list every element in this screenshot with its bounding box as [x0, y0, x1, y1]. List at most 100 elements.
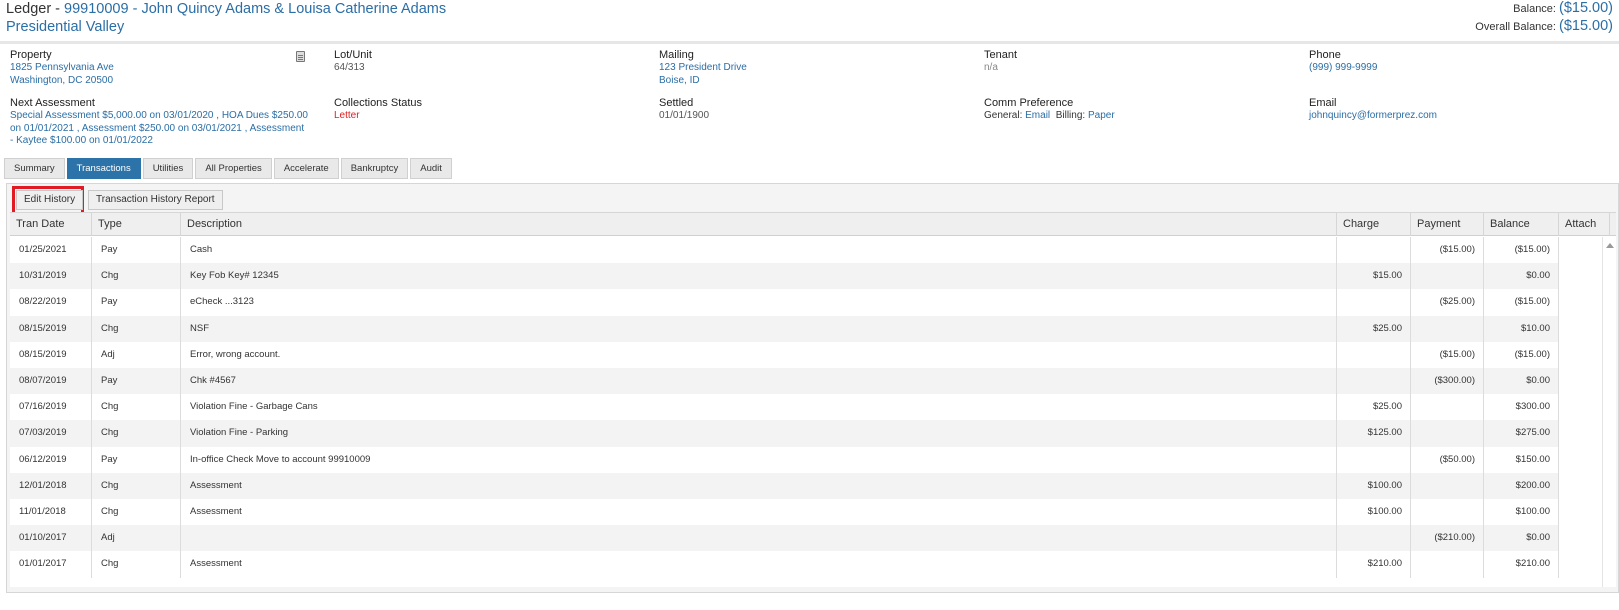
tab-accelerate[interactable]: Accelerate — [273, 158, 339, 179]
table-row[interactable]: 12/01/2018 Chg Assessment $100.00 $200.00 — [10, 472, 1610, 499]
table-row[interactable]: 11/01/2018 Chg Assessment $100.00 $100.00 — [10, 499, 1610, 526]
collections-label: Collections Status — [334, 97, 423, 109]
table-row[interactable]: 07/16/2019 Chg Violation Fine - Garbage Ca… — [10, 394, 1610, 421]
cell-charge: $100.00 — [1337, 472, 1411, 499]
cell-payment: ($25.00) — [1411, 289, 1484, 316]
property-label: Property — [10, 49, 52, 61]
email-label: Email — [1309, 97, 1337, 109]
cell-balance: ($15.00) — [1484, 341, 1559, 368]
account-link[interactable]: 99910009 - John Quincy Adams & Louisa Ca… — [64, 1, 446, 17]
col-attach[interactable]: Attach — [1559, 213, 1610, 236]
mailing-line2[interactable]: Boise, ID — [659, 75, 747, 88]
comm-preference-block: Comm Preference General: Email Billing: … — [984, 96, 1115, 123]
cell-payment — [1411, 394, 1484, 421]
tab-summary[interactable]: Summary — [4, 158, 65, 179]
overall-balance-value: ($15.00) — [1558, 18, 1613, 34]
table-row[interactable]: 06/12/2019 Pay In-office Check Move to acc… — [10, 446, 1610, 473]
table-row[interactable]: 01/10/2017 Adj ($210.00) $0.00 — [10, 525, 1610, 552]
mailing-line1[interactable]: 123 President Drive — [659, 62, 747, 75]
tab-bankruptcy[interactable]: Bankruptcy — [340, 158, 409, 179]
cell-description: Violation Fine - Garbage Cans — [181, 394, 1337, 421]
cell-balance: $300.00 — [1484, 394, 1559, 421]
tab-all-properties[interactable]: All Properties — [195, 158, 272, 179]
next-assessment-line2: on 01/01/2021 , Assessment $250.00 on 03… — [10, 122, 305, 134]
property-line2[interactable]: Washington, DC 20500 — [10, 75, 300, 88]
table-row[interactable]: 07/03/2019 Chg Violation Fine - Parking $12… — [10, 420, 1610, 447]
ledger-tabs: Summary Transactions Utilities All Properti… — [4, 158, 454, 179]
table-row[interactable]: 01/01/2017 Chg Assessment $210.00 $210.00 — [10, 551, 1610, 578]
col-balance[interactable]: Balance — [1484, 213, 1559, 236]
transactions-panel: Edit History Transaction History Report … — [6, 183, 1619, 593]
cell-description: Chk #4567 — [181, 368, 1337, 395]
cell-charge: $210.00 — [1337, 551, 1411, 578]
property-block: Property 1825 Pennsylvania Ave Washingto… — [10, 48, 300, 87]
table-row[interactable]: 01/25/2021 Pay Cash ($15.00) ($15.00) — [10, 237, 1610, 264]
email-value[interactable]: johnquincy@formerprez.com — [1309, 110, 1437, 123]
property-line1[interactable]: 1825 Pennsylvania Ave — [10, 62, 300, 75]
comm-billing-label: Billing: — [1055, 110, 1086, 121]
document-icon[interactable] — [296, 51, 305, 62]
cell-type: Chg — [92, 472, 181, 499]
col-payment[interactable]: Payment — [1411, 213, 1484, 236]
community-link[interactable]: Presidential Valley — [6, 18, 124, 36]
collections-value[interactable]: Letter — [334, 110, 422, 123]
cell-payment — [1411, 551, 1484, 578]
tab-transactions[interactable]: Transactions — [66, 158, 141, 179]
scroll-up-icon[interactable] — [1606, 243, 1614, 248]
cell-charge: $15.00 — [1337, 263, 1411, 290]
next-assessment-label: Next Assessment — [10, 97, 95, 109]
next-assessment-line3: - Kaytee $100.00 on 01/01/2022 — [10, 135, 153, 146]
cell-type: Adj — [92, 525, 181, 552]
email-block: Email johnquincy@formerprez.com — [1309, 96, 1437, 123]
cell-charge — [1337, 289, 1411, 316]
mailing-label: Mailing — [659, 49, 694, 61]
cell-balance: $0.00 — [1484, 263, 1559, 290]
cell-description: Assessment — [181, 499, 1337, 526]
cell-charge — [1337, 341, 1411, 368]
col-description[interactable]: Description — [181, 213, 1337, 236]
col-charge[interactable]: Charge — [1337, 213, 1411, 236]
phone-value[interactable]: (999) 999-9999 — [1309, 62, 1377, 75]
transaction-history-report-button[interactable]: Transaction History Report — [88, 190, 223, 210]
col-tran-date[interactable]: Tran Date — [10, 213, 92, 236]
comm-general-value[interactable]: Email — [1025, 110, 1050, 121]
cell-balance: $0.00 — [1484, 368, 1559, 395]
comm-preference-label: Comm Preference — [984, 97, 1074, 109]
page-title-prefix: Ledger - — [6, 1, 65, 17]
table-scrollbar[interactable] — [1602, 237, 1616, 587]
cell-tran-date: 08/15/2019 — [10, 341, 92, 368]
comm-billing-value[interactable]: Paper — [1088, 110, 1115, 121]
settled-label: Settled — [659, 97, 694, 109]
edit-history-button[interactable]: Edit History — [16, 190, 84, 210]
cell-charge: $25.00 — [1337, 315, 1411, 342]
tab-utilities[interactable]: Utilities — [142, 158, 194, 179]
table-row[interactable]: 08/07/2019 Pay Chk #4567 ($300.00) $0.00 — [10, 368, 1610, 395]
table-row[interactable]: 08/22/2019 Pay eCheck ...3123 ($25.00) ($15.… — [10, 289, 1610, 316]
cell-tran-date: 11/01/2018 — [10, 499, 92, 526]
cell-payment: ($50.00) — [1411, 446, 1484, 473]
table-row[interactable]: 08/15/2019 Chg NSF $25.00 $10.00 — [10, 315, 1610, 342]
table-row[interactable]: 10/31/2019 Chg Key Fob Key# 12345 $15.00 $0.… — [10, 263, 1610, 290]
cell-tran-date: 01/10/2017 — [10, 525, 92, 552]
transactions-table: Tran Date Type Description Charge Paymen… — [10, 212, 1616, 587]
cell-description: eCheck ...3123 — [181, 289, 1337, 316]
cell-type: Chg — [92, 394, 181, 421]
next-assessment-block: Next Assessment Special Assessment $5,00… — [10, 96, 310, 148]
mailing-block: Mailing 123 President Drive Boise, ID — [659, 48, 747, 87]
cell-payment — [1411, 499, 1484, 526]
cell-tran-date: 07/03/2019 — [10, 420, 92, 447]
cell-charge — [1337, 446, 1411, 473]
cell-tran-date: 08/07/2019 — [10, 368, 92, 395]
cell-tran-date: 01/25/2021 — [10, 237, 92, 264]
tenant-label: Tenant — [984, 49, 1018, 61]
balance-summary: Balance: ($15.00) — [1513, 0, 1613, 16]
cell-type: Pay — [92, 446, 181, 473]
tab-audit[interactable]: Audit — [410, 158, 452, 179]
cell-payment — [1411, 315, 1484, 342]
phone-block: Phone (999) 999-9999 — [1309, 48, 1377, 75]
cell-balance: $275.00 — [1484, 420, 1559, 447]
col-type[interactable]: Type — [92, 213, 181, 236]
cell-charge: $25.00 — [1337, 394, 1411, 421]
table-row[interactable]: 08/15/2019 Adj Error, wrong account. ($15.0… — [10, 341, 1610, 368]
cell-tran-date: 10/31/2019 — [10, 263, 92, 290]
